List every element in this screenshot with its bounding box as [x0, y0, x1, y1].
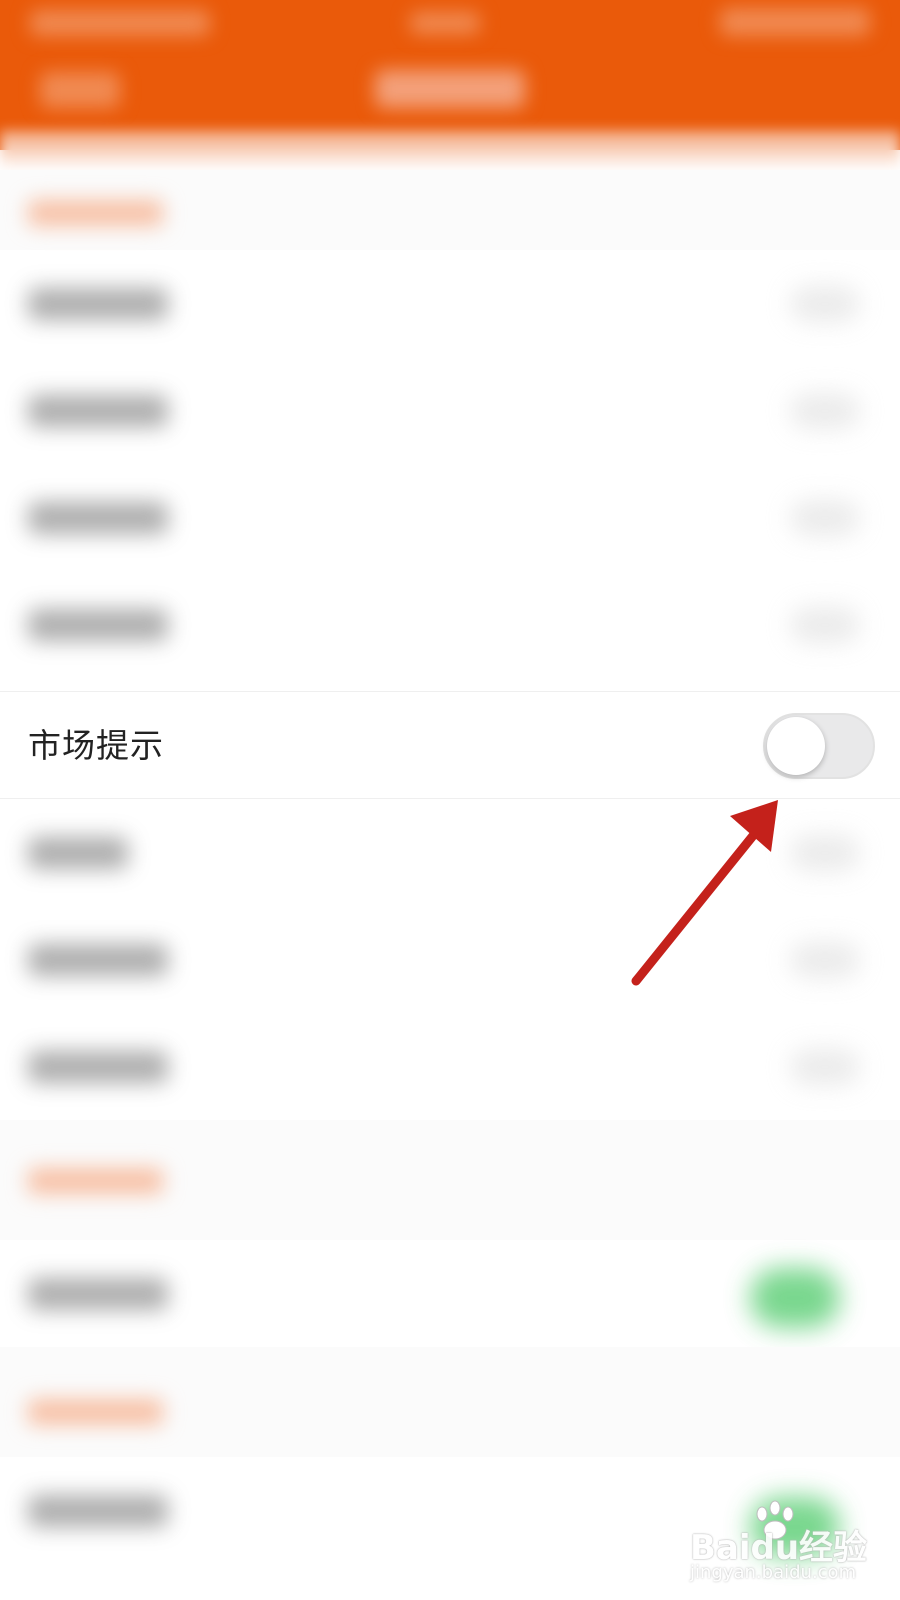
watermark: Baidu经验 jingyan.baidu.com: [690, 1500, 890, 1590]
annotation-arrow-icon: [631, 800, 778, 986]
watermark-url: jingyan.baidu.com: [690, 1562, 857, 1583]
